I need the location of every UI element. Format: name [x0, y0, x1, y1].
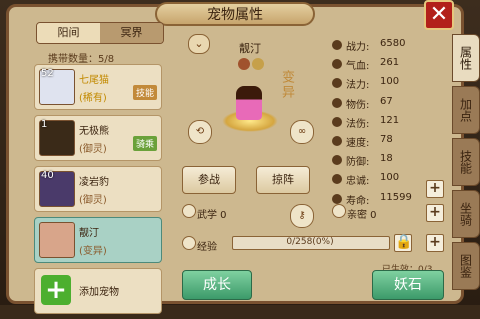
martial-value: 武学 0	[197, 210, 227, 221]
tab-yang[interactable]: 阳间	[37, 23, 100, 43]
stat-value: 18	[380, 153, 393, 165]
side-tab-bar: 属性 加点 技能 坐骑 图鉴	[452, 34, 480, 294]
mp-icon	[332, 78, 342, 89]
stat-row: 法伤: 121	[332, 113, 444, 132]
window-title: 宠物属性	[155, 2, 315, 26]
pet-item-name: 无极熊	[79, 126, 109, 137]
tab-attributes[interactable]: 属性	[452, 34, 480, 82]
stat-label: 法伤:	[346, 118, 370, 130]
pet-level: 40	[41, 170, 54, 181]
grow-button[interactable]: 成长	[182, 270, 252, 300]
realm-tabs: 阳间 冥界	[36, 22, 164, 44]
stat-value: 121	[380, 114, 400, 126]
add-pet-label: 添加宠物	[79, 287, 119, 298]
avatar	[39, 222, 75, 258]
martial-icon	[182, 204, 196, 218]
stat-label: 速度:	[346, 137, 370, 149]
stat-row: 速度: 78	[332, 132, 444, 151]
pet-list-panel: 阳间 冥界 携带数量：5/8 52 七尾猫 (稀有) 技能 1 无极熊 (御灵)…	[28, 20, 164, 314]
stat-value: 11599	[380, 191, 412, 203]
rotate-right-icon[interactable]: ∞	[290, 120, 314, 144]
pet-item-type: (变异)	[79, 246, 107, 257]
stat-label: 忠诚:	[346, 176, 370, 188]
stat-value: 67	[380, 95, 393, 107]
fight-button[interactable]: 参战	[182, 166, 236, 194]
stat-value: 6580	[380, 38, 406, 49]
close-icon[interactable]: ✕	[424, 0, 454, 30]
stat-row: 气血: 261	[332, 55, 444, 74]
tab-codex[interactable]: 图鉴	[452, 242, 480, 290]
pet-item[interactable]: 52 七尾猫 (稀有) 技能	[34, 64, 162, 110]
intimacy-icon	[332, 204, 346, 218]
evil-stone-button[interactable]: 妖石	[372, 270, 444, 300]
pet-level: 1	[41, 119, 48, 130]
pet-item[interactable]: 40 凌岩豹 (御灵)	[34, 166, 162, 212]
intimacy-value: 亲密 0	[347, 210, 377, 221]
stat-label: 气血:	[346, 61, 370, 73]
pet-item-type: (御灵)	[79, 144, 107, 155]
tab-mount[interactable]: 坐骑	[452, 190, 480, 238]
magic-dmg-icon	[332, 116, 342, 127]
stat-label: 寿命:	[346, 195, 370, 207]
formation-button[interactable]: 掠阵	[256, 166, 310, 194]
pet-name: 靓汀	[239, 42, 261, 55]
rotate-left-icon[interactable]: ⟲	[188, 120, 212, 144]
speed-icon	[332, 135, 342, 146]
add-pet-button[interactable]: + 添加宠物	[34, 268, 162, 314]
exp-value: 0/258(0%)	[286, 237, 334, 247]
stat-row: 防御: 18	[332, 151, 444, 170]
stat-label: 物伤:	[346, 99, 370, 111]
pet-item-name: 凌岩豹	[79, 177, 109, 188]
pet-item-selected[interactable]: 靓汀 (变异)	[34, 217, 162, 263]
exp-icon	[182, 236, 196, 250]
pet-item-type: (稀有)	[79, 93, 107, 104]
stat-label: 法力:	[346, 80, 370, 92]
pet-item[interactable]: 1 无极熊 (御灵) 骑乘	[34, 115, 162, 161]
intimacy-plus-button[interactable]: +	[426, 204, 444, 222]
pet-model	[236, 86, 262, 120]
physical-dmg-icon	[332, 97, 342, 108]
lock-icon[interactable]: ⚷	[290, 204, 314, 228]
stat-row: 法力: 100	[332, 74, 444, 93]
exp-lock-button[interactable]: 🔒	[394, 234, 412, 252]
stat-row: 物伤: 67	[332, 94, 444, 113]
mutation-stamp: 变异	[279, 70, 294, 100]
pet-item-name: 靓汀	[79, 228, 99, 239]
stat-value: 261	[380, 57, 400, 69]
carry-count: 携带数量：5/8	[48, 54, 115, 65]
tab-underworld[interactable]: 冥界	[100, 23, 163, 43]
hp-icon	[332, 59, 342, 70]
pet-level: 52	[41, 68, 54, 79]
pet-item-type: (御灵)	[79, 195, 107, 206]
element-icon	[238, 58, 250, 70]
ride-badge: 骑乘	[132, 136, 157, 151]
skill-badge: 技能	[132, 85, 157, 100]
exp-plus-button[interactable]: +	[426, 234, 444, 252]
exp-label: 经验	[197, 242, 217, 253]
pet-item-name: 七尾猫	[79, 75, 109, 86]
stat-value: 78	[380, 133, 393, 145]
lifespan-plus-button[interactable]: +	[426, 180, 444, 198]
defense-icon	[332, 155, 342, 166]
plus-icon: +	[41, 275, 71, 305]
element-icon	[252, 58, 264, 70]
power-icon	[332, 40, 342, 50]
tab-add-points[interactable]: 加点	[452, 86, 480, 134]
lifespan-icon	[332, 193, 342, 204]
pet-list: 52 七尾猫 (稀有) 技能 1 无极熊 (御灵) 骑乘 40 凌岩豹 (御灵)…	[34, 64, 162, 319]
stat-value: 100	[380, 76, 400, 88]
loyalty-icon	[332, 174, 342, 185]
stat-row: 战力: 6580	[332, 36, 444, 55]
stat-value: 100	[380, 172, 400, 184]
stat-label: 防御:	[346, 157, 370, 169]
stat-label: 战力:	[346, 42, 370, 53]
tab-skills[interactable]: 技能	[452, 138, 480, 186]
